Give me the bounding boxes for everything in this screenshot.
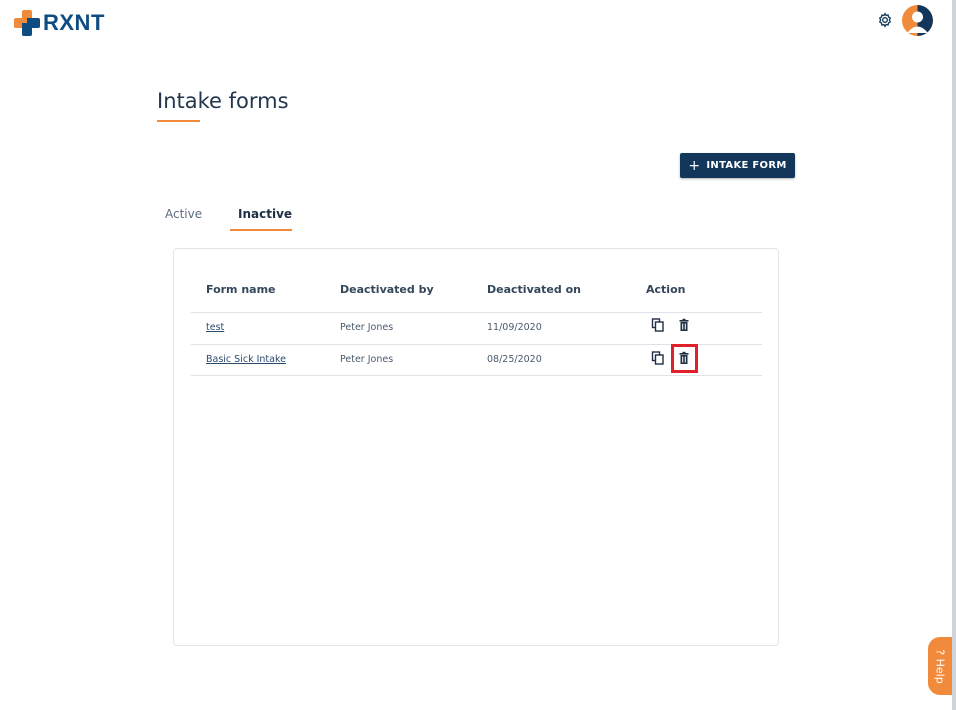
page-title: Intake forms <box>157 89 289 113</box>
form-name-link[interactable]: Basic Sick Intake <box>206 354 286 365</box>
window-scrollbar-edge <box>952 0 956 710</box>
delete-highlight-box <box>671 344 698 373</box>
add-intake-form-button[interactable]: + INTAKE FORM <box>680 153 795 178</box>
tab-active[interactable]: Active <box>165 207 202 221</box>
user-avatar-icon[interactable] <box>902 5 933 36</box>
tab-inactive[interactable]: Inactive <box>238 207 292 221</box>
deactivated-on-cell: 11/09/2020 <box>487 322 542 333</box>
help-button[interactable]: ? Help <box>928 637 952 695</box>
tab-selected-indicator <box>230 229 292 231</box>
deactivated-on-cell: 08/25/2020 <box>487 354 542 365</box>
trash-icon[interactable] <box>677 318 691 332</box>
gear-icon[interactable] <box>877 12 893 28</box>
column-header-deactivated-on: Deactivated on <box>487 283 581 296</box>
copy-icon[interactable] <box>651 318 665 332</box>
help-label: ? Help <box>933 648 947 684</box>
logo-cross-icon <box>14 10 40 36</box>
rxnt-logo[interactable]: RXNT <box>14 10 105 36</box>
copy-icon[interactable] <box>651 351 665 365</box>
deactivated-by-cell: Peter Jones <box>340 322 394 333</box>
column-header-action: Action <box>646 283 686 296</box>
header-divider <box>191 312 762 313</box>
column-header-form-name: Form name <box>206 283 276 296</box>
add-intake-form-label: INTAKE FORM <box>706 160 787 171</box>
column-header-deactivated-by: Deactivated by <box>340 283 434 296</box>
form-name-link[interactable]: test <box>206 322 224 333</box>
app-window: RXNT Intake forms + INTAKE FORM Active I… <box>0 0 952 710</box>
brand-name: RXNT <box>43 10 105 35</box>
title-underline <box>157 120 200 122</box>
row-divider <box>191 375 762 376</box>
deactivated-by-cell: Peter Jones <box>340 354 394 365</box>
forms-table-card <box>173 248 779 646</box>
plus-icon: + <box>688 157 701 174</box>
